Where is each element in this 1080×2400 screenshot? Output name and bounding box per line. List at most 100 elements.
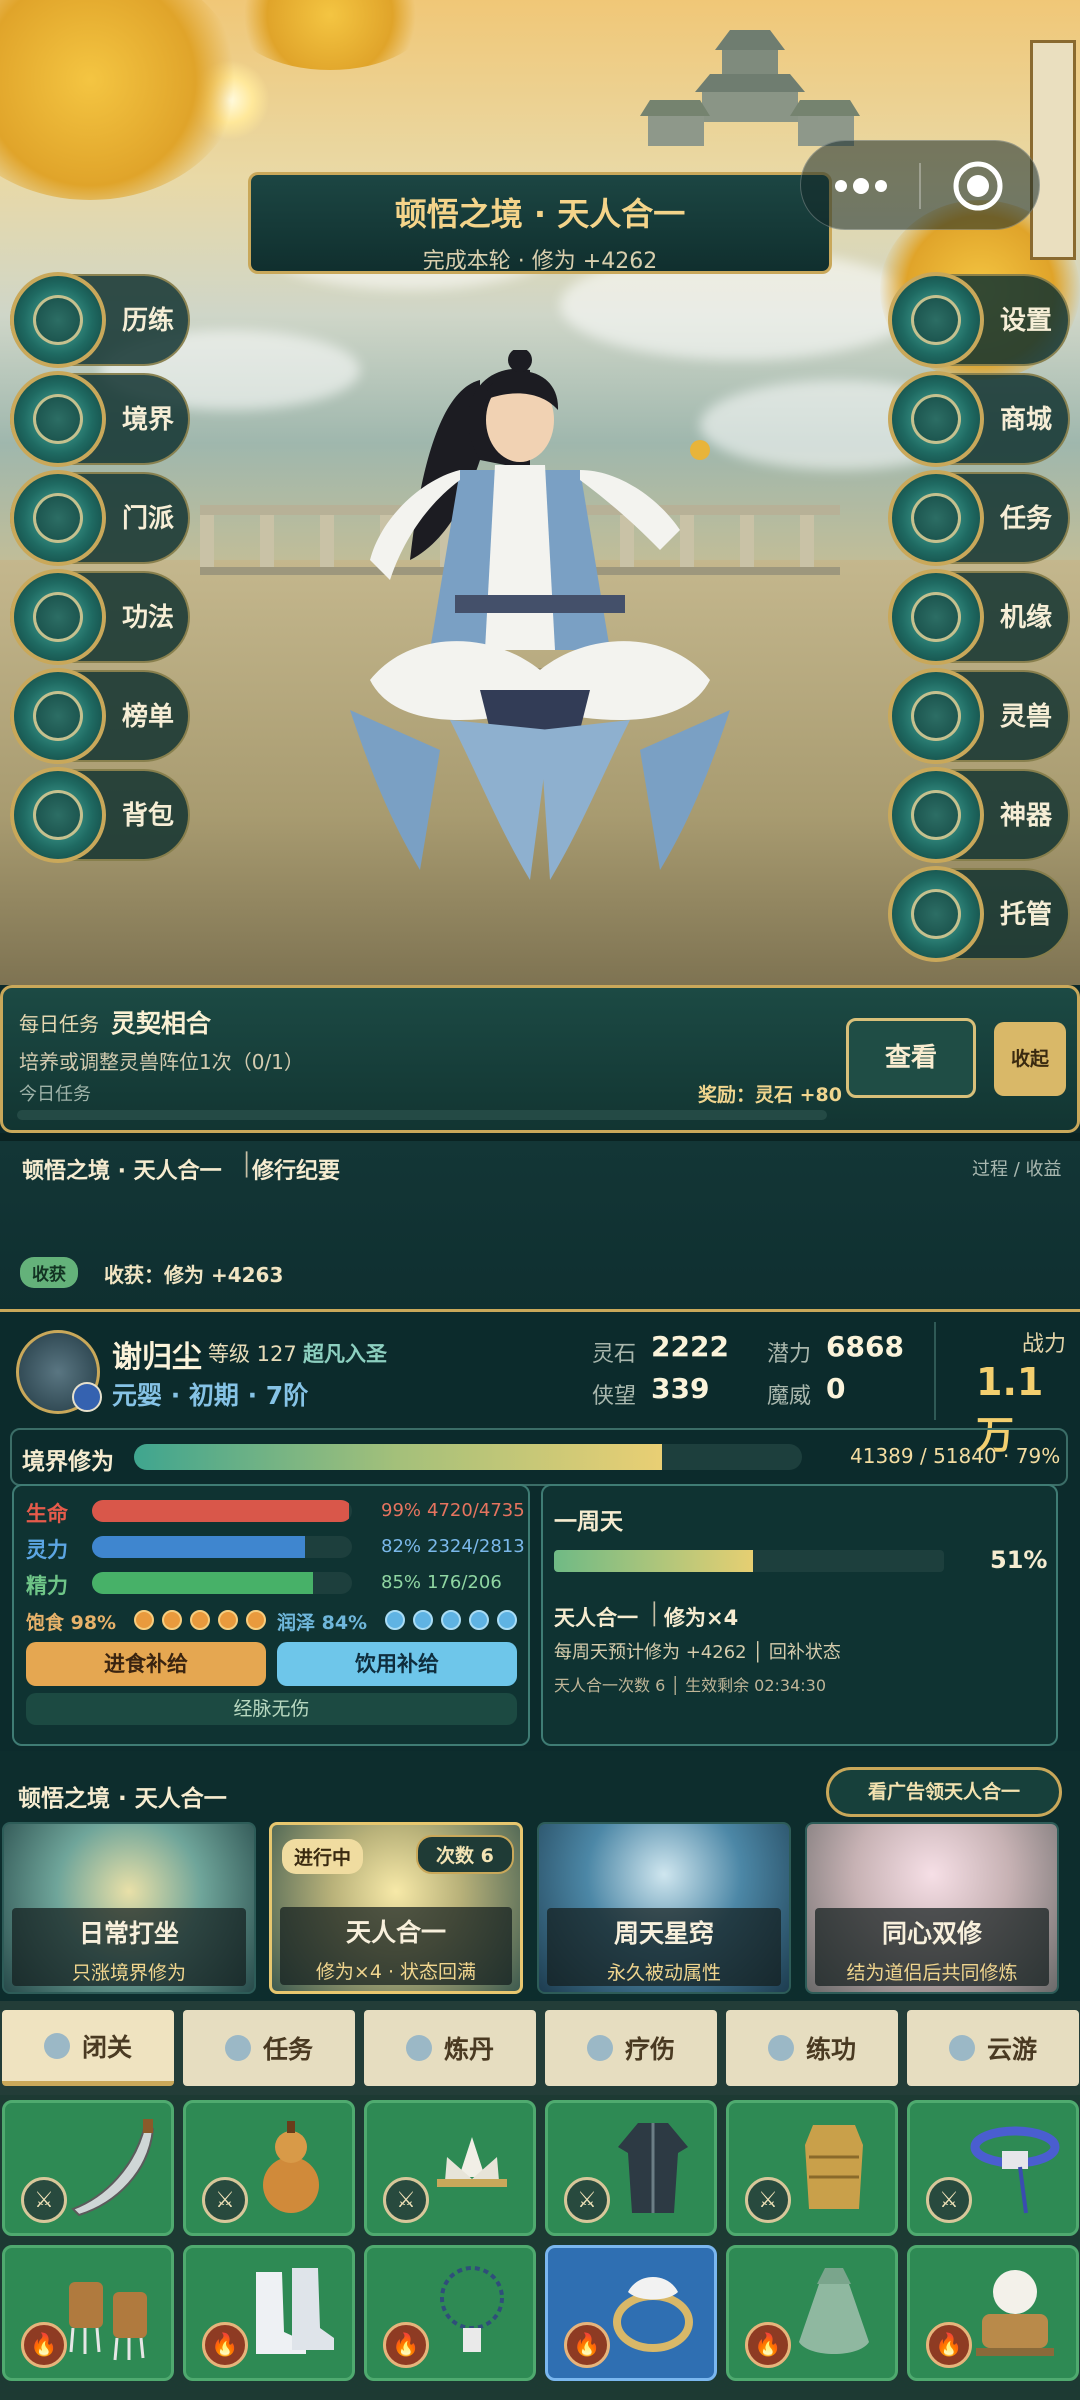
fire-gem-icon: 🔥 <box>745 2322 791 2368</box>
target-icon[interactable] <box>951 159 1005 213</box>
miniprogram-capsule <box>800 140 1040 230</box>
card-desc: 永久被动属性 <box>606 1962 721 1984</box>
cycle-multiplier: 修为×4 <box>664 1606 739 1630</box>
fire-gem-icon: 🔥 <box>383 2322 429 2368</box>
jade-ring-icon[interactable]: 🔥 <box>545 2245 717 2381</box>
tab-label: 炼丹 <box>443 2035 494 2064</box>
cycle-pct: 51% <box>990 1546 1048 1574</box>
cycle-mode-sep: │ <box>648 1602 661 1626</box>
collapse-task-button[interactable]: 收起 <box>994 1022 1066 1096</box>
tab-biguan[interactable]: 闭关 <box>2 2010 174 2086</box>
realm-card-tianren[interactable]: 进行中 次数 6 天人合一 修为×4 · 状态回满 <box>269 1822 523 1994</box>
satiety-dot <box>218 1610 238 1630</box>
stat-label: 魔威 <box>767 1384 812 1409</box>
task-desc: 培养或调整灵兽阵位1次（0/1） <box>19 1050 304 1074</box>
stat-label: 潜力 <box>767 1342 812 1367</box>
cultivation-bar-fill <box>134 1444 662 1470</box>
cycle-title: 一周天 <box>554 1509 623 1535</box>
ginkgo-tree <box>230 0 430 70</box>
moisture-dots <box>385 1610 517 1630</box>
realm-card-zhoutian[interactable]: 周天星窍 永久被动属性 <box>537 1822 791 1994</box>
item-art <box>437 2137 507 2187</box>
log-filter[interactable]: 过程 / 收益 <box>972 1155 1062 1181</box>
moisture-dot <box>497 1610 517 1630</box>
stat-value: 2222 <box>651 1330 729 1363</box>
tab-label: 任务 <box>262 2035 313 2064</box>
cycle-progress-bar <box>554 1550 944 1572</box>
lotus-crown-icon[interactable]: ⚔ <box>364 2100 536 2236</box>
sword-gem-icon: ⚔ <box>926 2177 972 2223</box>
realm-banner: 顿悟之境 · 天人合一 完成本轮 · 修为 +4262 <box>248 172 832 274</box>
cloud-icon <box>948 2035 975 2061</box>
robe-icon[interactable]: ⚔ <box>545 2100 717 2236</box>
pouch-icon[interactable]: 🔥 <box>726 2245 898 2381</box>
menu-label: 神器 <box>1000 801 1053 831</box>
stat-value: 6868 <box>826 1330 904 1363</box>
palace-silhouette <box>640 30 860 146</box>
incense-burner-icon[interactable]: 🔥 <box>907 2245 1079 2381</box>
tab-label: 云游 <box>986 2035 1037 2064</box>
satiety-dots <box>134 1610 266 1630</box>
item-art <box>256 2268 334 2354</box>
tab-liandan[interactable]: 炼丹 <box>364 2010 536 2086</box>
item-art <box>71 2119 155 2217</box>
item-art <box>263 2121 319 2213</box>
tab-liangong[interactable]: 练功 <box>726 2010 898 2086</box>
section-divider <box>0 1133 1080 1141</box>
tab-renwu[interactable]: 任务 <box>183 2010 355 2086</box>
saber-icon[interactable]: ⚔ <box>2 2100 174 2236</box>
mp-bar-fill <box>92 1536 306 1558</box>
banner-title: 顿悟之境 · 天人合一 <box>394 195 686 233</box>
tab-liaoshang[interactable]: 疗伤 <box>545 2010 717 2086</box>
vital-value: 4720/4735 <box>427 1500 525 1521</box>
belt-icon[interactable]: ⚔ <box>907 2100 1079 2236</box>
card-name: 周天星窍 <box>613 1919 714 1948</box>
menu-item-auto[interactable]: 托管 <box>0 866 1080 962</box>
menu-item-settings[interactable]: 设置 <box>0 272 1080 368</box>
vital-pct: 85% <box>381 1572 422 1593</box>
capsule-divider <box>919 163 921 209</box>
menu-item-tasks[interactable]: 任务 <box>0 470 1080 566</box>
sword-gem-icon: ⚔ <box>202 2177 248 2223</box>
realm-card-shuangxiu[interactable]: 同心双修 结为道侣后共同修炼 <box>805 1822 1059 1994</box>
armor-vest-icon[interactable]: ⚔ <box>726 2100 898 2236</box>
task-scroll-icon <box>888 470 984 566</box>
daily-task-panel: 每日任务 灵契相合 培养或调整灵兽阵位1次（0/1） 今日任务 奖励：灵石 +8… <box>0 985 1080 1133</box>
menu-item-shop[interactable]: 商城 <box>0 371 1080 467</box>
player-panel: 谢归尘 等级 127 超凡入圣 元婴 · 初期 · 7阶 灵石 2222 潜力 … <box>0 1309 1080 1751</box>
drink-supply-button[interactable]: 饮用补给 <box>277 1642 517 1686</box>
ginkgo-tree <box>0 0 240 200</box>
sword-gem-icon: ⚔ <box>21 2177 67 2223</box>
bead-necklace-icon[interactable]: 🔥 <box>364 2245 536 2381</box>
view-task-button[interactable]: 查看 <box>846 1018 976 1098</box>
tab-yunyou[interactable]: 云游 <box>907 2010 1079 2086</box>
vital-label: 精力 <box>26 1574 68 1598</box>
more-dots-icon[interactable] <box>831 171 891 201</box>
log-subtitle: 修行纪要 <box>252 1159 341 1184</box>
claw-gauntlet-icon[interactable]: 🔥 <box>2 2245 174 2381</box>
realm-card-daily[interactable]: 日常打坐 只涨境界修为 <box>2 1822 256 1994</box>
gourd-icon[interactable]: ⚔ <box>183 2100 355 2236</box>
player-realm: 元婴 · 初期 · 7阶 <box>112 1381 309 1410</box>
moisture-dot <box>385 1610 405 1630</box>
menu-item-beast[interactable]: 灵兽 <box>0 668 1080 764</box>
task-reward: 奖励：灵石 +80 <box>698 1084 842 1106</box>
cultivation-text: 41389 / 51840 · 79% <box>850 1444 1061 1468</box>
menu-item-artifact[interactable]: 神器 <box>0 767 1080 863</box>
herb-icon <box>586 2035 613 2061</box>
card-caption: 日常打坐 只涨境界修为 <box>12 1908 246 1986</box>
task-sub: 今日任务 <box>19 1084 91 1105</box>
menu-label: 机缘 <box>1000 603 1053 633</box>
boots-icon[interactable]: 🔥 <box>183 2245 355 2381</box>
gain-badge: 收获 <box>20 1257 78 1288</box>
auto-icon <box>888 866 984 962</box>
satiety-dot <box>162 1610 182 1630</box>
eat-supply-button[interactable]: 进食补给 <box>26 1642 266 1686</box>
beast-icon <box>888 668 984 764</box>
menu-item-fortune[interactable]: 机缘 <box>0 569 1080 665</box>
watch-ad-button[interactable]: 看广告领天人合一 <box>826 1767 1062 1817</box>
fire-gem-icon: 🔥 <box>564 2322 610 2368</box>
stat-value: 339 <box>651 1372 710 1405</box>
vital-label: 灵力 <box>26 1538 68 1562</box>
satiety-label: 饱食 98% <box>26 1612 117 1634</box>
